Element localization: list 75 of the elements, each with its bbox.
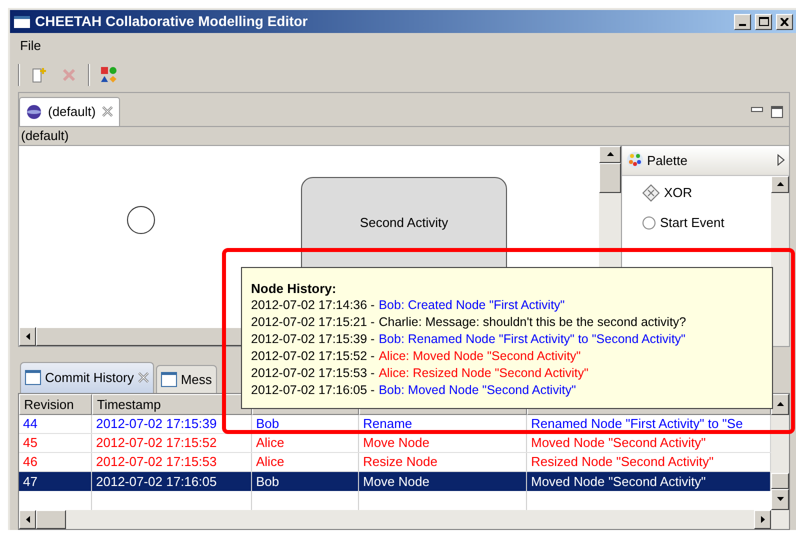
scrollbar-thumb[interactable]	[771, 472, 789, 489]
maximize-view-icon[interactable]	[771, 106, 783, 118]
history-entry: Bob: Renamed Node "First Activity" to "Second Activity"	[378, 331, 686, 348]
close-button[interactable]	[776, 14, 793, 30]
new-file-icon	[31, 67, 47, 84]
editor-tab[interactable]: (default)	[19, 96, 120, 126]
palette-item[interactable]: XOR	[642, 184, 771, 202]
menu-item[interactable]: File	[18, 36, 43, 56]
close-icon[interactable]	[138, 372, 149, 384]
scroll-down-icon	[776, 497, 784, 502]
maximize-icon	[758, 17, 768, 26]
minimize-icon	[739, 24, 746, 26]
circle-icon	[642, 216, 656, 230]
table-cell: 44	[19, 414, 92, 433]
table-vertical-scrollbar[interactable]	[771, 394, 789, 529]
table-cell: 2012-07-02 17:16:05	[92, 472, 252, 491]
history-time: 2012-07-02 17:16:05 -	[251, 382, 375, 399]
scroll-left-icon	[26, 516, 30, 523]
scroll-right-icon	[760, 516, 764, 523]
close-icon	[780, 18, 789, 26]
scroll-up-icon	[776, 182, 784, 186]
table-cell: 2012-07-02 17:15:52	[92, 434, 252, 452]
expand-arrow-icon[interactable]	[777, 154, 785, 166]
table-cell: 2012-07-02 17:15:39	[92, 414, 252, 433]
maximize-button[interactable]	[755, 14, 772, 30]
table-row[interactable]: 45 2012-07-02 17:15:52 Alice Move Node Moved Node "Second Activity"	[19, 434, 771, 453]
scroll-up-icon	[776, 402, 784, 406]
minimize-button[interactable]	[734, 14, 751, 30]
history-entry: Alice: Moved Node "Second Activity"	[378, 348, 581, 365]
scroll-left-icon	[26, 332, 30, 340]
close-icon[interactable]	[102, 106, 113, 118]
history-entry: Charlie: Message: shouldn't this be the second activity?	[378, 314, 686, 331]
history-time: 2012-07-02 17:15:21 -	[251, 314, 375, 331]
palette-item[interactable]: Start Event	[642, 214, 771, 232]
table-cell: Alice	[252, 434, 359, 452]
scroll-up-icon	[606, 152, 614, 156]
table-cell: 2012-07-02 17:15:53	[92, 452, 252, 471]
column-header[interactable]: Timestamp	[92, 394, 252, 415]
table-cell: Alice	[252, 452, 359, 471]
sphere-icon	[26, 104, 42, 120]
table-cell: Rename	[359, 414, 527, 433]
diamond-icon	[642, 184, 660, 202]
view-icon	[160, 372, 177, 387]
view-icon	[25, 370, 41, 386]
table-cell: 47	[19, 472, 92, 491]
table-cell: Move Node	[359, 472, 527, 491]
window-title: CHEETAH Collaborative Modelling Editor	[35, 12, 308, 32]
scrollbar-thumb[interactable]	[599, 162, 621, 193]
table-row[interactable]: 44 2012-07-02 17:15:39 Bob Rename Renamed Node "First Activity" to "Se	[19, 414, 771, 434]
palette-scrollbar[interactable]	[771, 176, 789, 346]
start-event-node	[127, 206, 155, 234]
view-tab[interactable]: Commit History	[20, 362, 154, 393]
table-cell: 45	[19, 434, 92, 452]
history-entry: Alice: Resized Node "Second Activity"	[378, 365, 588, 382]
table-row[interactable]: 47 2012-07-02 17:16:05 Bob Move Node Moved Node "Second Activity"	[19, 472, 771, 491]
breadcrumb: (default)	[21, 127, 69, 146]
table-cell: Bob	[252, 414, 359, 433]
scrollbar-thumb[interactable]	[36, 510, 66, 529]
table-cell: 46	[19, 452, 92, 471]
table-cell: Bob	[252, 472, 359, 491]
table-cell: Move Node	[359, 434, 527, 452]
palette-icon	[626, 151, 644, 170]
table-cell: Resize Node	[359, 452, 527, 471]
column-header[interactable]: Revision	[19, 394, 92, 415]
window-icon	[13, 14, 31, 29]
history-time: 2012-07-02 17:15:39 -	[251, 331, 375, 348]
shapes-icon	[100, 66, 118, 84]
history-time: 2012-07-02 17:15:53 -	[251, 365, 375, 382]
history-time: 2012-07-02 17:15:52 -	[251, 348, 375, 365]
palette-title: Palette	[647, 152, 688, 170]
minimize-view-icon[interactable]	[751, 106, 763, 112]
history-entry: Bob: Moved Node "Second Activity"	[378, 382, 576, 399]
table-horizontal-scrollbar[interactable]	[19, 510, 771, 529]
delete-icon	[62, 68, 76, 82]
view-tab[interactable]: Mess	[156, 364, 217, 393]
